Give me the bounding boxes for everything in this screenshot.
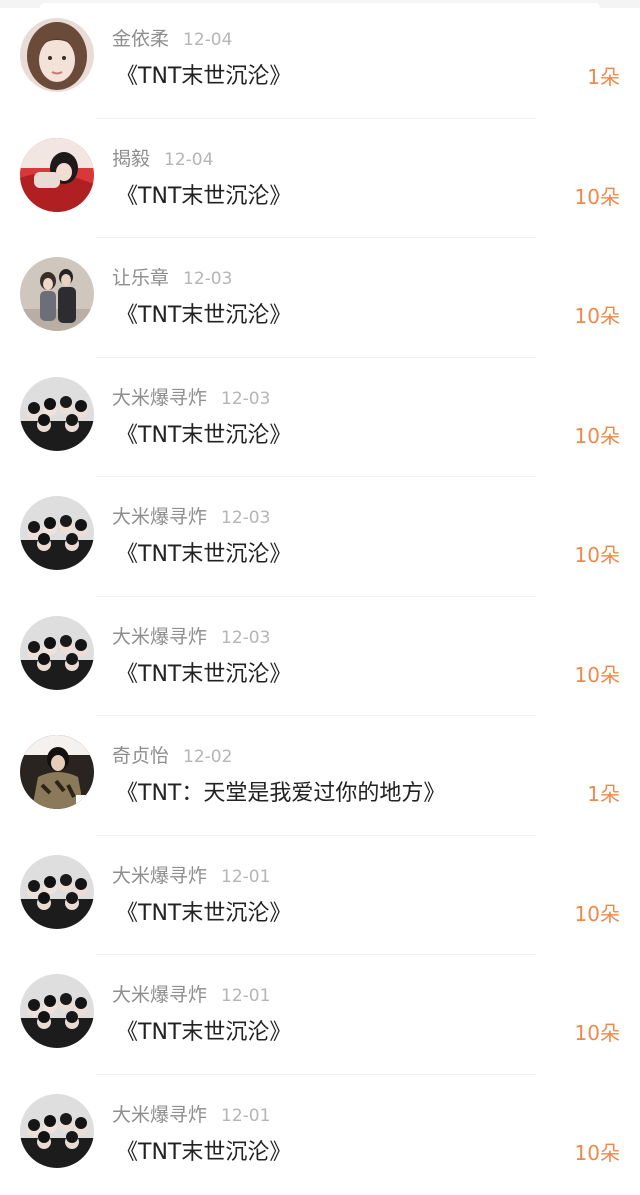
avatar[interactable] — [20, 735, 94, 809]
gift-title: 《TNT末世沉沦》 — [116, 538, 291, 572]
avatar[interactable] — [20, 855, 94, 929]
send-date: 12-01 — [221, 867, 270, 887]
flower-count: 10朵 — [575, 421, 620, 451]
gift-title: 《TNT末世沉沦》 — [116, 180, 291, 214]
gift-title: 《TNT末世沉沦》 — [116, 299, 291, 333]
divider — [96, 954, 536, 955]
send-date: 12-03 — [221, 508, 270, 528]
flower-count: 10朵 — [575, 899, 620, 929]
sender-name: 大米爆寻炸 — [112, 506, 207, 528]
divider — [96, 357, 536, 358]
avatar[interactable] — [20, 1094, 94, 1168]
sender-info: 大米爆寻炸 12-03 — [112, 504, 270, 530]
divider — [96, 1074, 536, 1075]
flower-count: 10朵 — [575, 1018, 620, 1048]
list-item[interactable]: 大米爆寻炸 12-03 《TNT末世沉沦》 10朵 — [0, 478, 640, 598]
list-item[interactable]: 大米爆寻炸 12-01 《TNT末世沉沦》 10朵 — [0, 956, 640, 1076]
sender-info: 大米爆寻炸 12-01 — [112, 1102, 270, 1128]
divider — [96, 118, 536, 119]
flower-count: 10朵 — [575, 540, 620, 570]
list-item[interactable]: 大米爆寻炸 12-01 《TNT末世沉沦》 10朵 — [0, 837, 640, 957]
send-date: 12-03 — [221, 628, 270, 648]
sender-info: 揭毅 12-04 — [112, 146, 213, 172]
list-item[interactable]: 大米爆寻炸 12-03 《TNT末世沉沦》 10朵 — [0, 598, 640, 718]
sender-info: 大米爆寻炸 12-01 — [112, 863, 270, 889]
gift-title: 《TNT末世沉沦》 — [116, 60, 291, 94]
list-item[interactable]: 奇贞怡 12-02 《TNT：天堂是我爱过你的地方》 1朵 — [0, 717, 640, 837]
divider — [96, 476, 536, 477]
divider — [96, 835, 536, 836]
sender-name: 奇贞怡 — [112, 745, 169, 767]
gift-title: 《TNT末世沉沦》 — [116, 658, 291, 692]
avatar[interactable] — [20, 138, 94, 212]
sender-name: 金依柔 — [112, 28, 169, 50]
flower-count: 1朵 — [587, 62, 620, 92]
gift-title: 《TNT末世沉沦》 — [116, 1136, 291, 1170]
avatar[interactable] — [20, 18, 94, 92]
divider — [96, 596, 536, 597]
flower-count: 10朵 — [575, 660, 620, 690]
sender-name: 大米爆寻炸 — [112, 387, 207, 409]
sender-name: 让乐章 — [112, 267, 169, 289]
send-date: 12-04 — [183, 30, 232, 50]
sender-info: 奇贞怡 12-02 — [112, 743, 232, 769]
avatar[interactable] — [20, 616, 94, 690]
sender-info: 大米爆寻炸 12-01 — [112, 982, 270, 1008]
send-date: 12-04 — [164, 150, 213, 170]
avatar[interactable] — [20, 974, 94, 1048]
send-date: 12-03 — [183, 269, 232, 289]
sender-info: 金依柔 12-04 — [112, 26, 232, 52]
flower-count: 10朵 — [575, 182, 620, 212]
sender-info: 大米爆寻炸 12-03 — [112, 385, 270, 411]
gift-title: 《TNT：天堂是我爱过你的地方》 — [116, 777, 445, 811]
send-date: 12-01 — [221, 986, 270, 1006]
sender-name: 大米爆寻炸 — [112, 865, 207, 887]
send-date: 12-02 — [183, 747, 232, 767]
gift-title: 《TNT末世沉沦》 — [116, 897, 291, 931]
sender-name: 揭毅 — [112, 148, 150, 170]
list-item[interactable]: 让乐章 12-03 《TNT末世沉沦》 10朵 — [0, 239, 640, 359]
list-item[interactable]: 大米爆寻炸 12-03 《TNT末世沉沦》 10朵 — [0, 359, 640, 479]
sender-info: 让乐章 12-03 — [112, 265, 232, 291]
avatar[interactable] — [20, 257, 94, 331]
sender-name: 大米爆寻炸 — [112, 626, 207, 648]
flower-count: 10朵 — [575, 301, 620, 331]
avatar[interactable] — [20, 496, 94, 570]
flower-count: 1朵 — [587, 779, 620, 809]
gift-title: 《TNT末世沉沦》 — [116, 419, 291, 453]
sender-name: 大米爆寻炸 — [112, 984, 207, 1006]
divider — [96, 715, 536, 716]
avatar[interactable] — [20, 377, 94, 451]
list-item[interactable]: 大米爆寻炸 12-01 《TNT末世沉沦》 10朵 — [0, 1076, 640, 1195]
flower-count: 10朵 — [575, 1138, 620, 1168]
sender-info: 大米爆寻炸 12-03 — [112, 624, 270, 650]
send-date: 12-03 — [221, 389, 270, 409]
gift-title: 《TNT末世沉沦》 — [116, 1016, 291, 1050]
list-item[interactable]: 金依柔 12-04 《TNT末世沉沦》 1朵 — [0, 0, 640, 120]
divider — [96, 237, 536, 238]
sender-name: 大米爆寻炸 — [112, 1104, 207, 1126]
list-item[interactable]: 揭毅 12-04 《TNT末世沉沦》 10朵 — [0, 120, 640, 240]
send-date: 12-01 — [221, 1106, 270, 1126]
